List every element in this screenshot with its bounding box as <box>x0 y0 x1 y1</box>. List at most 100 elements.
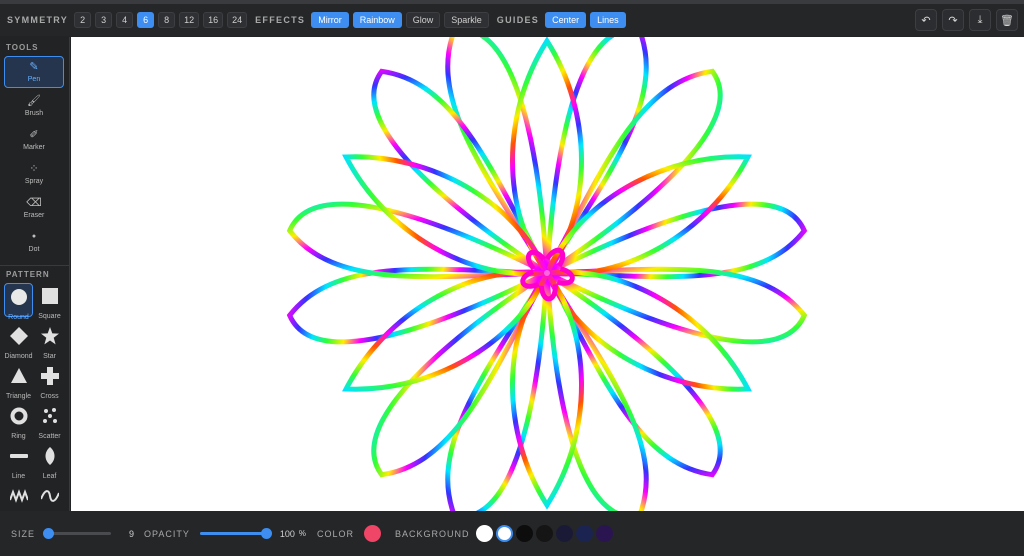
background-swatch[interactable] <box>575 525 593 542</box>
tool-label: Pen <box>27 76 41 83</box>
opacity-unit: % <box>298 529 307 538</box>
tool-brush-button[interactable]: 🖌 Brush <box>4 90 64 122</box>
download-button[interactable]: ⤓ <box>969 9 991 31</box>
tool-spray-button[interactable]: ⁘ Spray <box>4 158 64 190</box>
background-swatch[interactable] <box>475 525 493 542</box>
line-icon <box>9 447 28 470</box>
pattern-square-button[interactable]: Square <box>35 283 64 320</box>
circle-icon <box>10 288 28 311</box>
background-swatch[interactable] <box>515 525 533 542</box>
pattern-diamond-button[interactable]: Diamond <box>4 323 33 360</box>
triangle-icon <box>10 367 28 390</box>
redo-button[interactable]: ↷ <box>942 9 964 31</box>
zigzag-icon <box>8 487 29 510</box>
guides-options: Center Lines <box>545 12 630 28</box>
tool-label: Brush <box>24 110 44 117</box>
pattern-label: Square <box>38 313 61 320</box>
dot-icon: ● <box>31 233 37 240</box>
effect-sparkle-button[interactable]: Sparkle <box>444 12 489 28</box>
pattern-label: Round <box>8 314 29 321</box>
symmetry-option-6[interactable]: 6 <box>137 12 155 28</box>
left-sidebar: TOOLS ✎ Pen 🖌 Brush ✐ Marker ⁘ Spray ⌫ Eraser ● Dot… <box>0 37 70 511</box>
tool-label: Dot <box>28 246 40 253</box>
top-toolbar: SYMMETRY 2 3 4 6 8 12 16 24 EFFECTS Mirror Rainb… <box>0 4 1024 36</box>
marker-icon: ✐ <box>29 129 39 141</box>
background-swatch[interactable] <box>555 525 573 542</box>
guides-label: GUIDES <box>496 15 540 25</box>
background-swatch[interactable] <box>535 525 553 542</box>
color-label: COLOR <box>317 528 355 539</box>
star-icon <box>40 327 59 350</box>
scatter-icon <box>41 407 59 430</box>
redo-icon: ↷ <box>948 14 958 27</box>
undo-button[interactable]: ↶ <box>915 9 937 31</box>
opacity-label: OPACITY <box>144 528 190 539</box>
pattern-ring-button[interactable]: Ring <box>4 403 33 440</box>
drawing-canvas[interactable] <box>71 37 1024 511</box>
pattern-triangle-button[interactable]: Triangle <box>4 363 33 400</box>
pattern-label: Leaf <box>42 473 57 480</box>
symmetry-option-12[interactable]: 12 <box>179 12 200 28</box>
symmetry-option-2[interactable]: 2 <box>74 12 92 28</box>
undo-icon: ↶ <box>921 14 931 27</box>
tool-dot-button[interactable]: ● Dot <box>4 226 64 258</box>
symmetry-option-8[interactable]: 8 <box>158 12 176 28</box>
background-label: BACKGROUND <box>395 528 470 539</box>
tool-marker-button[interactable]: ✐ Marker <box>4 124 64 156</box>
mandala-drawing <box>286 37 808 511</box>
symmetry-option-3[interactable]: 3 <box>95 12 113 28</box>
color-picker-swatch[interactable] <box>364 525 382 542</box>
pattern-label: Star <box>43 353 56 360</box>
tool-label: Marker <box>23 144 45 151</box>
tools-section-label: TOOLS <box>6 43 39 52</box>
pattern-line-button[interactable]: Line <box>4 443 33 480</box>
pattern-cross-button[interactable]: Cross <box>35 363 64 400</box>
pattern-label: Line <box>11 473 26 480</box>
size-value: 9 <box>129 528 135 539</box>
pattern-label: Cross <box>40 393 59 400</box>
pattern-label: Scatter <box>38 433 61 440</box>
diamond-icon <box>9 327 28 350</box>
effect-glow-button[interactable]: Glow <box>405 12 441 28</box>
effect-rainbow-button[interactable]: Rainbow <box>352 12 402 28</box>
symmetry-option-24[interactable]: 24 <box>227 12 248 28</box>
pattern-leaf-button[interactable]: Leaf <box>35 443 64 480</box>
background-swatch[interactable] <box>495 525 513 542</box>
cross-icon <box>40 367 59 390</box>
symmetry-options: 2 3 4 6 8 12 16 24 <box>74 12 251 28</box>
effects-options: Mirror Rainbow Glow Sparkle <box>311 12 493 28</box>
tool-pen-button[interactable]: ✎ Pen <box>4 56 64 88</box>
guide-lines-button[interactable]: Lines <box>590 12 626 28</box>
bottom-bar: SIZE 9 OPACITY 100 % COLOR BACKGROUND <box>0 511 1024 556</box>
pattern-label: Diamond <box>4 353 33 360</box>
trash-button[interactable]: 🗑 <box>996 9 1018 31</box>
guide-center-button[interactable]: Center <box>545 12 587 28</box>
tool-eraser-button[interactable]: ⌫ Eraser <box>4 192 64 224</box>
pattern-scatter-button[interactable]: Scatter <box>35 403 64 440</box>
opacity-value: 100 <box>279 528 295 539</box>
effect-mirror-button[interactable]: Mirror <box>311 12 349 28</box>
symmetry-label: SYMMETRY <box>7 15 69 25</box>
leaf-icon <box>41 447 59 470</box>
wave-icon <box>39 487 60 510</box>
square-icon <box>41 287 59 310</box>
pattern-label: Triangle <box>5 393 32 400</box>
spray-icon: ⁘ <box>29 163 39 175</box>
opacity-slider-handle[interactable] <box>260 528 272 539</box>
canvas-drawing <box>71 37 1024 511</box>
eraser-icon: ⌫ <box>26 197 42 209</box>
opacity-slider-fill <box>199 532 266 535</box>
pen-icon: ✎ <box>29 61 39 73</box>
symmetry-option-4[interactable]: 4 <box>116 12 134 28</box>
opacity-slider[interactable] <box>199 528 272 539</box>
brush-icon: 🖌 <box>27 95 41 107</box>
pattern-star-button[interactable]: Star <box>35 323 64 360</box>
ring-icon <box>10 407 28 430</box>
pattern-section-label: PATTERN <box>6 270 50 279</box>
pattern-circle-button[interactable]: Round <box>4 283 33 321</box>
size-slider-handle[interactable] <box>43 528 55 539</box>
background-swatch[interactable] <box>595 525 613 542</box>
symmetry-option-16[interactable]: 16 <box>203 12 224 28</box>
sidebar-divider <box>0 265 70 266</box>
size-slider[interactable] <box>43 528 112 539</box>
